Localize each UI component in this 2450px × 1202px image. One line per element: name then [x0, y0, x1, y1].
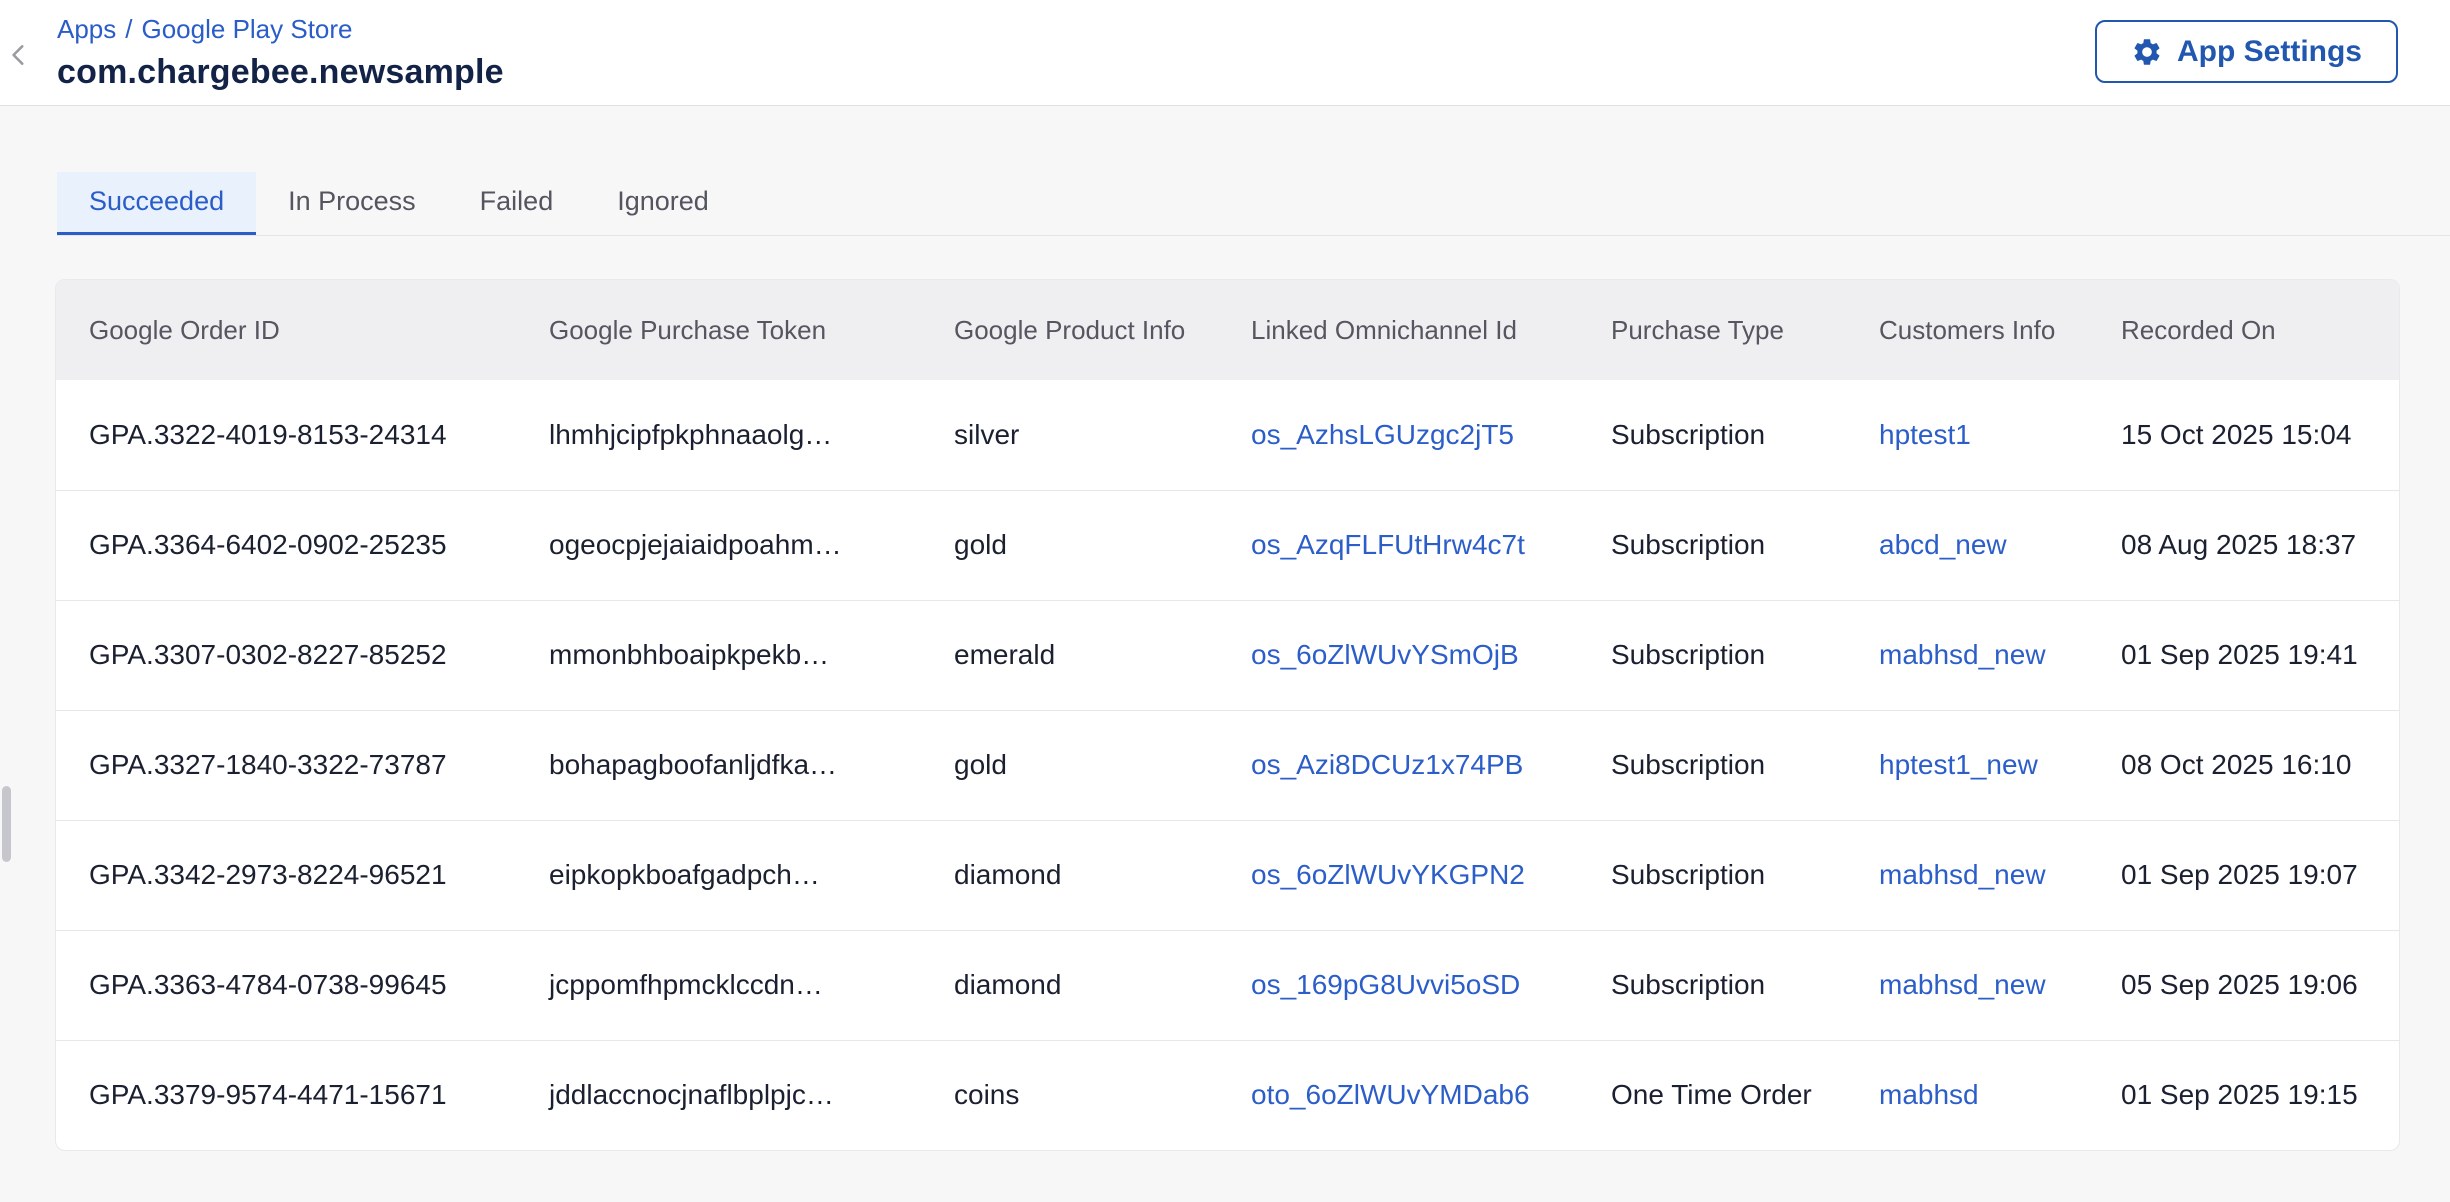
cell-customers-info-link[interactable]: mabhsd_new [1879, 639, 2046, 670]
cell-google-order-id: GPA.3307-0302-8227-85252 [56, 600, 516, 710]
cell-linked-omnichannel-id-link[interactable]: os_AzhsLGUzgc2jT5 [1251, 419, 1514, 450]
cell-google-purchase-token: eipkopkboafgadpch… [516, 820, 921, 930]
cell-google-purchase-token: jddlaccnocjnaflbplpjc… [516, 1040, 921, 1150]
header-text-block: Apps / Google Play Store com.chargebee.n… [57, 14, 504, 92]
table-row: GPA.3307-0302-8227-85252mmonbhboaipkpekb… [56, 600, 2400, 710]
tab-bar: Succeeded In Process Failed Ignored [57, 172, 2450, 236]
cell-linked-omnichannel-id-link[interactable]: os_6oZlWUvYKGPN2 [1251, 859, 1525, 890]
cell-google-product-info: gold [921, 490, 1218, 600]
cell-google-order-id: GPA.3342-2973-8224-96521 [56, 820, 516, 930]
cell-google-order-id: GPA.3322-4019-8153-24314 [56, 380, 516, 490]
tab-ignored[interactable]: Ignored [585, 172, 741, 235]
purchases-table: Google Order IDGoogle Purchase TokenGoog… [56, 280, 2400, 1150]
cell-google-order-id: GPA.3364-6402-0902-25235 [56, 490, 516, 600]
left-scrollbar-thumb[interactable] [2, 786, 11, 862]
cell-google-product-info: diamond [921, 820, 1218, 930]
cell-google-order-id: GPA.3379-9574-4471-15671 [56, 1040, 516, 1150]
cell-linked-omnichannel-id: os_AzqFLFUtHrw4c7t [1218, 490, 1578, 600]
cell-recorded-on: 01 Sep 2025 19:15 [2088, 1040, 2400, 1150]
cell-customers-info-link[interactable]: hptest1_new [1879, 749, 2038, 780]
cell-google-order-id: GPA.3327-1840-3322-73787 [56, 710, 516, 820]
cell-linked-omnichannel-id: oto_6oZlWUvYMDab6 [1218, 1040, 1578, 1150]
cell-purchase-type: One Time Order [1578, 1040, 1846, 1150]
page-title: com.chargebee.newsample [57, 53, 504, 92]
app-settings-label: App Settings [2177, 35, 2362, 69]
cell-linked-omnichannel-id-link[interactable]: os_169pG8Uvvi5oSD [1251, 969, 1520, 1000]
cell-purchase-type: Subscription [1578, 820, 1846, 930]
cell-linked-omnichannel-id-link[interactable]: oto_6oZlWUvYMDab6 [1251, 1079, 1530, 1110]
cell-google-purchase-token: jcppomfhpmcklccdn… [516, 930, 921, 1040]
breadcrumb-apps-link[interactable]: Apps [57, 14, 116, 45]
cell-google-product-info: diamond [921, 930, 1218, 1040]
cell-linked-omnichannel-id: os_AzhsLGUzgc2jT5 [1218, 380, 1578, 490]
gear-icon [2131, 36, 2163, 68]
cell-customers-info-link[interactable]: abcd_new [1879, 529, 2007, 560]
cell-purchase-type: Subscription [1578, 380, 1846, 490]
tab-failed[interactable]: Failed [448, 172, 586, 235]
cell-customers-info: hptest1 [1846, 380, 2088, 490]
cell-google-order-id: GPA.3363-4784-0738-99645 [56, 930, 516, 1040]
cell-recorded-on: 05 Sep 2025 19:06 [2088, 930, 2400, 1040]
cell-linked-omnichannel-id: os_169pG8Uvvi5oSD [1218, 930, 1578, 1040]
column-header-google-product-info: Google Product Info [921, 280, 1218, 380]
app-settings-button[interactable]: App Settings [2095, 20, 2398, 83]
cell-google-product-info: emerald [921, 600, 1218, 710]
column-header-google-purchase-token: Google Purchase Token [516, 280, 921, 380]
cell-google-product-info: coins [921, 1040, 1218, 1150]
cell-google-purchase-token: mmonbhboaipkpekb… [516, 600, 921, 710]
cell-customers-info: mabhsd_new [1846, 600, 2088, 710]
tab-succeeded[interactable]: Succeeded [57, 172, 256, 235]
column-header-customers-info: Customers Info [1846, 280, 2088, 380]
cell-google-purchase-token: ogeocpjejaiaidpoahm… [516, 490, 921, 600]
cell-purchase-type: Subscription [1578, 600, 1846, 710]
column-header-google-order-id: Google Order ID [56, 280, 516, 380]
cell-customers-info: abcd_new [1846, 490, 2088, 600]
cell-linked-omnichannel-id: os_Azi8DCUz1x74PB [1218, 710, 1578, 820]
cell-recorded-on: 08 Oct 2025 16:10 [2088, 710, 2400, 820]
table-row: GPA.3322-4019-8153-24314lhmhjcipfpkphnaa… [56, 380, 2400, 490]
cell-purchase-type: Subscription [1578, 490, 1846, 600]
cell-customers-info: mabhsd_new [1846, 820, 2088, 930]
cell-customers-info-link[interactable]: hptest1 [1879, 419, 1971, 450]
cell-customers-info-link[interactable]: mabhsd [1879, 1079, 1979, 1110]
column-header-linked-omnichannel-id: Linked Omnichannel Id [1218, 280, 1578, 380]
cell-linked-omnichannel-id: os_6oZlWUvYSmOjB [1218, 600, 1578, 710]
cell-google-product-info: gold [921, 710, 1218, 820]
cell-recorded-on: 01 Sep 2025 19:07 [2088, 820, 2400, 930]
table-row: GPA.3363-4784-0738-99645jcppomfhpmcklccd… [56, 930, 2400, 1040]
cell-customers-info: mabhsd [1846, 1040, 2088, 1150]
cell-recorded-on: 15 Oct 2025 15:04 [2088, 380, 2400, 490]
top-bar: Apps / Google Play Store com.chargebee.n… [0, 0, 2450, 106]
back-chevron-icon[interactable] [2, 33, 36, 77]
cell-linked-omnichannel-id-link[interactable]: os_6oZlWUvYSmOjB [1251, 639, 1519, 670]
table-row: GPA.3364-6402-0902-25235ogeocpjejaiaidpo… [56, 490, 2400, 600]
column-header-purchase-type: Purchase Type [1578, 280, 1846, 380]
column-header-recorded-on: Recorded On [2088, 280, 2400, 380]
table-header-row: Google Order IDGoogle Purchase TokenGoog… [56, 280, 2400, 380]
cell-purchase-type: Subscription [1578, 710, 1846, 820]
cell-customers-info-link[interactable]: mabhsd_new [1879, 969, 2046, 1000]
breadcrumb: Apps / Google Play Store [57, 14, 504, 45]
purchases-table-body: GPA.3322-4019-8153-24314lhmhjcipfpkphnaa… [56, 380, 2400, 1150]
cell-linked-omnichannel-id-link[interactable]: os_AzqFLFUtHrw4c7t [1251, 529, 1525, 560]
breadcrumb-separator: / [125, 14, 132, 45]
cell-linked-omnichannel-id-link[interactable]: os_Azi8DCUz1x74PB [1251, 749, 1523, 780]
cell-recorded-on: 01 Sep 2025 19:41 [2088, 600, 2400, 710]
cell-customers-info: mabhsd_new [1846, 930, 2088, 1040]
cell-customers-info-link[interactable]: mabhsd_new [1879, 859, 2046, 890]
purchases-table-card: Google Order IDGoogle Purchase TokenGoog… [55, 279, 2400, 1151]
tab-in-process[interactable]: In Process [256, 172, 448, 235]
cell-customers-info: hptest1_new [1846, 710, 2088, 820]
cell-linked-omnichannel-id: os_6oZlWUvYKGPN2 [1218, 820, 1578, 930]
table-row: GPA.3327-1840-3322-73787bohapagboofanljd… [56, 710, 2400, 820]
cell-recorded-on: 08 Aug 2025 18:37 [2088, 490, 2400, 600]
cell-purchase-type: Subscription [1578, 930, 1846, 1040]
cell-google-purchase-token: lhmhjcipfpkphnaaolg… [516, 380, 921, 490]
table-row: GPA.3342-2973-8224-96521eipkopkboafgadpc… [56, 820, 2400, 930]
table-row: GPA.3379-9574-4471-15671jddlaccnocjnaflb… [56, 1040, 2400, 1150]
cell-google-product-info: silver [921, 380, 1218, 490]
cell-google-purchase-token: bohapagboofanljdfka… [516, 710, 921, 820]
breadcrumb-google-play-store-link[interactable]: Google Play Store [142, 14, 353, 45]
